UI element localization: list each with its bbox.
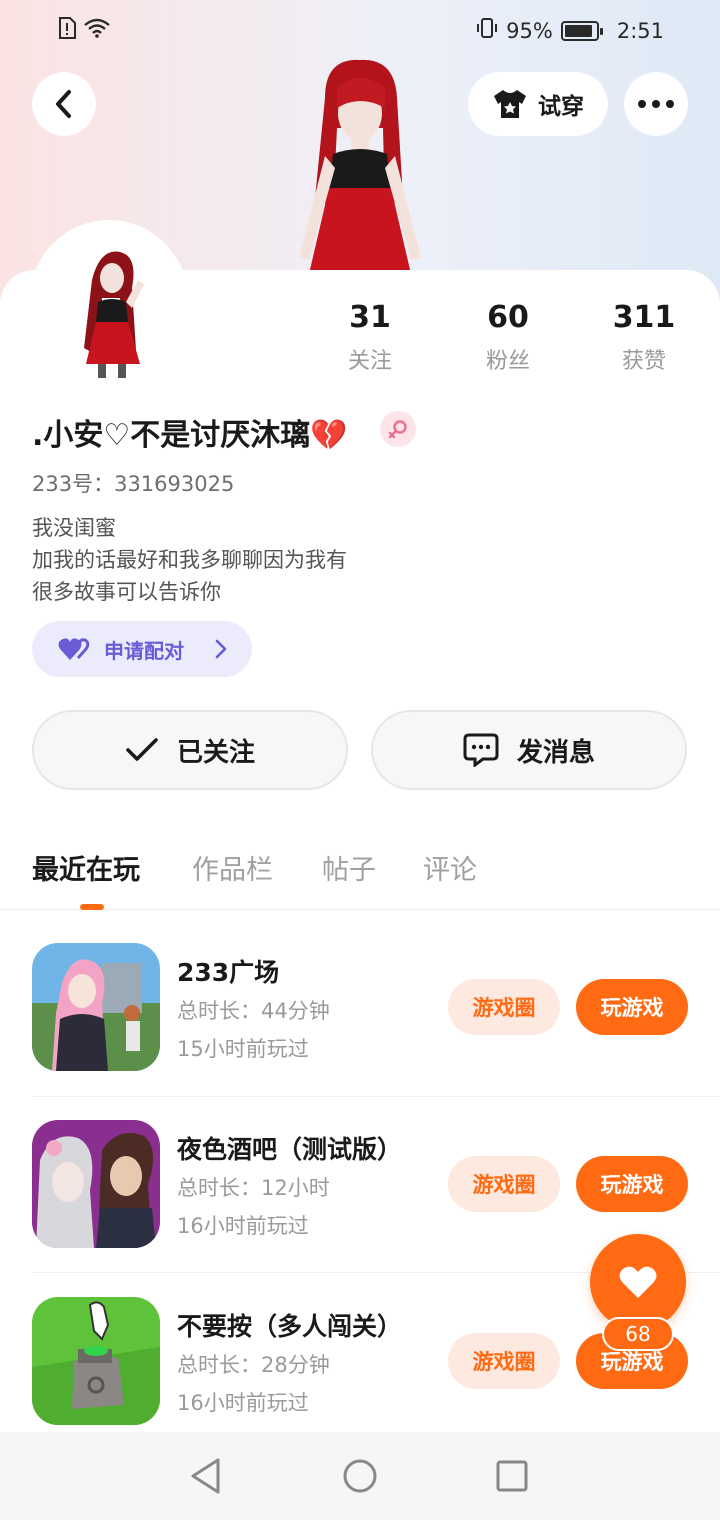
nav-recents-icon[interactable] — [495, 1456, 529, 1500]
clock: 2:51 — [616, 18, 664, 43]
play-duration: 总时长：44分钟 — [177, 999, 330, 1023]
likes-stat[interactable]: 311 获赞 — [584, 300, 704, 375]
heart-icon — [619, 1266, 657, 1298]
avatar-3d-figure — [285, 58, 435, 274]
vibrate-icon — [476, 17, 498, 44]
following-count: 31 — [349, 300, 391, 335]
followed-label: 已关注 — [176, 737, 255, 768]
row-divider — [32, 1096, 720, 1097]
more-button[interactable] — [624, 72, 688, 136]
last-played: 15小时前玩过 — [177, 1037, 309, 1061]
game-name: 233广场 — [177, 958, 280, 987]
game-circle-button[interactable]: 游戏圈 — [448, 1156, 560, 1212]
avatar[interactable] — [40, 240, 182, 382]
like-count-badge: 68 — [602, 1317, 674, 1351]
shirt-icon — [494, 90, 526, 118]
game-thumbnail — [32, 943, 160, 1071]
bio-line: 加我的话最好和我多聊聊因为我有 — [32, 548, 347, 572]
bio-line: 我没闺蜜 — [32, 516, 116, 540]
system-nav-bar — [0, 1432, 720, 1520]
game-name: 夜色酒吧（测试版） — [177, 1135, 403, 1164]
try-on-button[interactable]: 试穿 — [468, 72, 608, 136]
fans-label: 粉丝 — [485, 349, 530, 374]
double-heart-icon — [58, 638, 90, 660]
likes-count: 311 — [612, 300, 676, 335]
chevron-right-icon — [215, 639, 227, 659]
wifi-icon — [84, 18, 110, 43]
active-tab-indicator — [80, 904, 104, 910]
game-thumbnail — [32, 1120, 160, 1248]
chat-bubble-icon — [463, 733, 499, 767]
following-stat[interactable]: 31 关注 — [310, 300, 430, 375]
tab-works[interactable]: 作品栏 — [192, 848, 273, 887]
fans-stat[interactable]: 60 粉丝 — [448, 300, 568, 375]
list-item[interactable]: 233广场 总时长：44分钟 15小时前玩过 游戏圈 玩游戏 — [32, 943, 688, 1073]
game-thumbnail — [32, 1297, 160, 1425]
chevron-left-icon — [56, 90, 71, 118]
send-message-button[interactable]: 发消息 — [371, 710, 687, 790]
back-button[interactable] — [32, 72, 96, 136]
list-item[interactable]: 不要按（多人闯关） 总时长：28分钟 16小时前玩过 游戏圈 玩游戏 — [32, 1297, 688, 1427]
play-game-button[interactable]: 玩游戏 — [576, 1156, 688, 1212]
request-pair-button[interactable]: 申请配对 — [32, 621, 252, 677]
game-circle-button[interactable]: 游戏圈 — [448, 979, 560, 1035]
battery-icon — [560, 20, 603, 41]
play-duration: 总时长：12小时 — [177, 1176, 330, 1200]
female-gender-icon — [380, 411, 416, 447]
profile-stats: 31 关注 60 粉丝 311 获赞 — [300, 300, 720, 380]
status-bar: 95% 2:51 — [0, 0, 720, 62]
list-item[interactable]: 夜色酒吧（测试版） 总时长：12小时 16小时前玩过 游戏圈 玩游戏 — [32, 1120, 688, 1250]
last-played: 16小时前玩过 — [177, 1214, 309, 1238]
nickname: .小安♡不是讨厌沐璃💔 — [32, 418, 348, 453]
try-on-label: 试穿 — [538, 94, 584, 120]
check-icon — [126, 738, 158, 761]
battery-percent: 95% — [506, 18, 553, 43]
nav-back-icon[interactable] — [188, 1456, 224, 1500]
tab-comments[interactable]: 评论 — [423, 848, 477, 887]
game-name: 不要按（多人闯关） — [177, 1312, 403, 1341]
last-played: 16小时前玩过 — [177, 1391, 309, 1415]
followed-button[interactable]: 已关注 — [32, 710, 348, 790]
fans-count: 60 — [487, 300, 529, 335]
request-pair-label: 申请配对 — [104, 638, 184, 663]
bio: 我没闺蜜 加我的话最好和我多聊聊因为我有 很多故事可以告诉你 — [32, 512, 347, 608]
likes-label: 获赞 — [621, 349, 666, 374]
play-game-button[interactable]: 玩游戏 — [576, 979, 688, 1035]
game-circle-button[interactable]: 游戏圈 — [448, 1333, 560, 1389]
tab-posts[interactable]: 帖子 — [322, 848, 376, 887]
like-fab-button[interactable] — [590, 1234, 686, 1330]
sim-alert-icon — [58, 17, 76, 44]
send-message-label: 发消息 — [516, 737, 595, 768]
following-label: 关注 — [347, 349, 392, 374]
tab-recently-played[interactable]: 最近在玩 — [32, 848, 140, 887]
play-duration: 总时长：28分钟 — [177, 1353, 330, 1377]
user-id: 233号：331693025 — [32, 472, 235, 496]
profile-tabs: 最近在玩 作品栏 帖子 评论 — [0, 840, 720, 910]
bio-line: 很多故事可以告诉你 — [32, 580, 221, 604]
nav-home-icon[interactable] — [341, 1456, 379, 1500]
more-dots-icon — [638, 100, 674, 108]
